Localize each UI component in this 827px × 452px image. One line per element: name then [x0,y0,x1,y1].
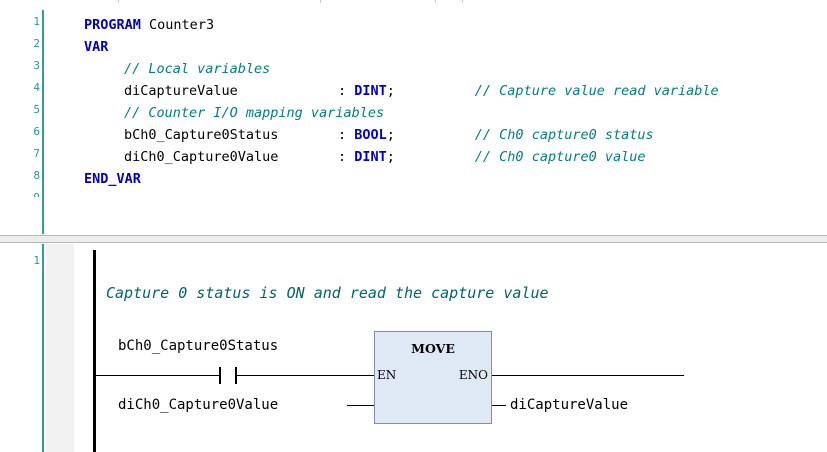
line-number: 2 [33,37,40,50]
input-wire [347,405,374,406]
var-keyword: VAR [84,39,109,55]
type-keyword: DINT [354,83,387,99]
network-gutter: 1 [4,244,44,452]
code-comment: // Ch0 capture0 status [474,127,654,143]
move-function-block[interactable]: MOVE EN ENO [374,331,492,424]
tab-divider [320,0,321,3]
editor-tab-strip [0,0,827,6]
code-line-7[interactable]: diCh0_Capture0Value: DINT; // Ch0 capture… [124,146,645,168]
pin-en: EN [377,368,397,382]
code-line-1[interactable]: PROGRAM Counter3 [84,14,214,36]
semicolon: ; [386,83,395,99]
output-wire [492,405,506,406]
network-number: 1 [33,254,40,267]
line-number: 5 [33,103,40,116]
line-number: 9 [4,187,40,197]
variable-name: bCh0_Capture0Status [124,127,279,143]
implementation-editor[interactable]: 1 Capture 0 status is ON and read the ca… [4,244,827,452]
tab-divider [462,0,463,3]
contact-left-bar[interactable] [219,367,221,384]
code-line-4[interactable]: diCaptureValue: DINT; // Capture value re… [124,80,719,102]
network-margin [46,244,74,452]
line-number: 6 [33,125,40,138]
code-line-8[interactable]: END_VAR [84,168,141,190]
output-variable-label[interactable]: diCaptureValue [510,397,628,413]
rung-wire [237,375,374,376]
program-name: Counter3 [149,17,215,33]
line-number: 8 [33,169,40,182]
variable-name: diCh0_Capture0Value [124,149,279,165]
rung-wire [96,375,219,376]
block-name: MOVE [411,341,455,356]
line-number: 1 [33,15,40,28]
code-line-3[interactable]: // Local variables [124,58,270,80]
code-line-6[interactable]: bCh0_Capture0Status: BOOL; // Ch0 capture… [124,124,654,146]
contact-variable-label[interactable]: bCh0_Capture0Status [118,338,278,354]
line-number: 4 [33,81,40,94]
code-line-5[interactable]: // Counter I/O mapping variables [124,102,384,124]
network-comment[interactable]: Capture 0 status is ON and read the capt… [106,284,549,302]
pin-eno: ENO [458,368,488,382]
rung-wire-output [492,375,684,376]
semicolon: ; [386,127,395,143]
colon: : [338,83,347,99]
type-keyword: DINT [354,149,387,165]
tab-divider [118,0,119,3]
tab-divider [435,0,436,3]
program-keyword: PROGRAM [84,17,141,33]
code-comment: // Ch0 capture0 value [474,149,646,165]
code-line-2[interactable]: VAR [84,36,108,58]
editor-splitter[interactable] [0,235,827,243]
left-power-rail [93,250,96,452]
type-keyword: BOOL [354,127,387,143]
code-comment: // Counter I/O mapping variables [124,105,385,121]
declaration-editor[interactable]: 1 2 3 4 5 6 7 8 9 PROGRAM Counter3 VAR /… [4,10,823,234]
line-number-gutter: 1 2 3 4 5 6 7 8 9 [4,10,44,234]
semicolon: ; [386,149,395,165]
code-comment: // Capture value read variable [474,83,719,99]
input-variable-label[interactable]: diCh0_Capture0Value [118,397,278,413]
line-number: 7 [33,147,40,160]
code-comment: // Local variables [124,61,271,77]
colon: : [338,127,347,143]
colon: : [338,149,347,165]
variable-name: diCaptureValue [124,83,238,99]
end-var-keyword: END_VAR [84,171,141,187]
line-number: 3 [33,59,40,72]
